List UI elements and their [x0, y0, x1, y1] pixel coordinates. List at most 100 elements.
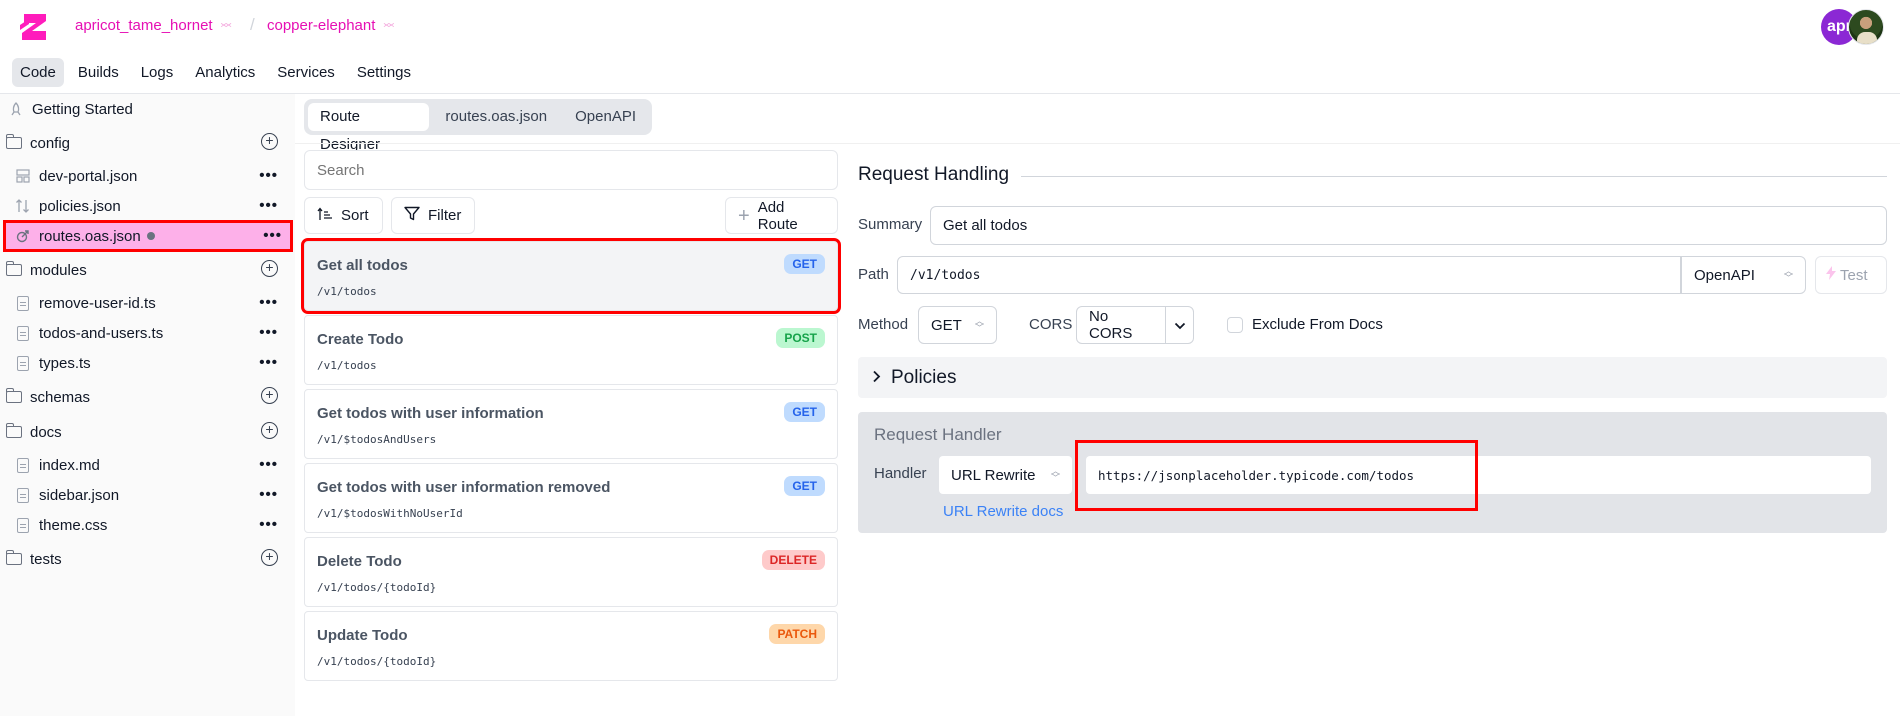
route-card[interactable]: Get todos with user information removed /…: [304, 463, 838, 533]
nav-tab-analytics[interactable]: Analytics: [187, 58, 263, 87]
sort-button[interactable]: Sort: [304, 197, 383, 234]
sidebar-item-modules[interactable]: modules +: [0, 255, 292, 285]
sidebar-item-theme-css[interactable]: theme.css •••: [0, 510, 292, 540]
chevron-up-down-icon: ︿ ﹀: [1783, 266, 1793, 283]
add-file-icon[interactable]: +: [261, 387, 278, 404]
sidebar-item-tests[interactable]: tests +: [0, 544, 292, 574]
add-file-icon[interactable]: +: [261, 549, 278, 566]
add-route-button[interactable]: + Add Route: [725, 197, 838, 234]
route-search-input[interactable]: [304, 150, 838, 190]
nav-tab-logs[interactable]: Logs: [133, 58, 182, 87]
avatar-photo[interactable]: [1848, 9, 1884, 45]
add-file-icon[interactable]: +: [261, 260, 278, 277]
add-file-icon[interactable]: +: [261, 422, 278, 439]
sidebar-item-config[interactable]: config +: [0, 128, 292, 158]
method-badge: GET: [784, 476, 825, 496]
zuplo-logo-icon[interactable]: [18, 12, 50, 42]
sort-label: Sort: [341, 207, 369, 224]
sidebar-item-types-ts[interactable]: types.ts •••: [0, 348, 292, 378]
file-icon: [15, 517, 31, 533]
sidebar-item-label: sidebar.json: [39, 486, 120, 504]
breadcrumb-separator: /: [250, 15, 255, 34]
path-input[interactable]: /v1/todos: [897, 256, 1681, 294]
tab-routes-oas-json[interactable]: routes.oas.json: [433, 103, 559, 131]
sidebar-item-label: routes.oas.json: [39, 227, 141, 245]
request-handling-title: Request Handling: [858, 164, 1010, 185]
route-path: /v1/todos/{todoId}: [317, 655, 437, 668]
more-options-icon[interactable]: •••: [259, 324, 278, 342]
file-icon: [15, 355, 31, 371]
sidebar-item-docs[interactable]: docs +: [0, 417, 292, 447]
project-switcher[interactable]: copper-elephant ︿ ﹀: [267, 17, 394, 34]
chevron-up-down-icon: ︿ ﹀: [220, 16, 232, 35]
filter-button[interactable]: Filter: [391, 197, 475, 234]
route-name: Delete Todo: [317, 553, 402, 570]
sidebar-item-todos-and-users-ts[interactable]: todos-and-users.ts •••: [0, 318, 292, 348]
cors-select[interactable]: No CORS: [1076, 306, 1166, 344]
unsaved-dot-icon: [146, 232, 155, 240]
exclude-from-docs-checkbox[interactable]: [1227, 317, 1243, 333]
cors-dropdown-button[interactable]: [1165, 306, 1194, 344]
sidebar-item-schemas[interactable]: schemas +: [0, 382, 292, 412]
nav-tab-services[interactable]: Services: [269, 58, 343, 87]
route-name: Get todos with user information removed: [317, 479, 611, 496]
tab-route-designer[interactable]: Route Designer: [308, 103, 430, 153]
summary-input[interactable]: Get all todos: [930, 206, 1887, 245]
sort-icon: [317, 206, 333, 225]
chevron-up-down-icon: ︿ ﹀: [1050, 466, 1060, 483]
nav-tab-builds[interactable]: Builds: [70, 58, 127, 87]
account-switcher[interactable]: apricot_tame_hornet ︿ ﹀: [75, 17, 232, 34]
more-options-icon[interactable]: •••: [259, 354, 278, 372]
route-name: Get all todos: [317, 257, 408, 274]
request-handler-title: Request Handler: [874, 425, 1002, 444]
route-card[interactable]: Delete Todo/v1/todos/{todoId} DELETE: [304, 537, 838, 607]
path-format-select[interactable]: OpenAPI ︿ ﹀: [1681, 256, 1806, 294]
sidebar-item-sidebar-json[interactable]: sidebar.json •••: [0, 480, 292, 510]
sidebar-item-label: types.ts: [39, 354, 91, 372]
url-rewrite-docs-link[interactable]: URL Rewrite docs: [943, 503, 1063, 520]
sidebar-item-label: todos-and-users.ts: [39, 324, 164, 342]
tab-openapi[interactable]: OpenAPI: [563, 103, 648, 131]
route-path: /v1/$todosWithNoUserId: [317, 507, 463, 520]
route-path: /v1/$todosAndUsers: [317, 433, 437, 446]
nav-tab-code[interactable]: Code: [12, 58, 64, 87]
main-nav: Code Builds Logs Analytics Services Sett…: [12, 58, 419, 87]
sidebar-item-dev-portal-json[interactable]: dev-portal.json •••: [0, 161, 292, 191]
annotation-highlight-box: [1075, 440, 1478, 511]
sidebar-item-index-md[interactable]: index.md •••: [0, 450, 292, 480]
file-icon: [15, 325, 31, 341]
test-button[interactable]: Test: [1815, 256, 1887, 294]
more-options-icon[interactable]: •••: [259, 167, 278, 185]
more-options-icon[interactable]: •••: [263, 227, 282, 245]
lightning-icon: [1826, 266, 1836, 284]
more-options-icon[interactable]: •••: [259, 516, 278, 534]
sidebar-item-remove-user-id-ts[interactable]: remove-user-id.ts •••: [0, 288, 292, 318]
more-options-icon[interactable]: •••: [259, 486, 278, 504]
sidebar-item-routes-oas-json[interactable]: routes.oas.json •••: [3, 220, 293, 252]
exclude-from-docs-label: Exclude From Docs: [1252, 316, 1383, 333]
layout-icon: [15, 168, 31, 184]
nav-tab-settings[interactable]: Settings: [349, 58, 419, 87]
policies-accordion[interactable]: Policies: [858, 357, 1887, 398]
route-name: Update Todo: [317, 627, 408, 644]
method-select[interactable]: GET ︿ ﹀: [918, 306, 997, 344]
method-badge: POST: [776, 328, 825, 348]
user-avatars[interactable]: apr: [1821, 9, 1884, 45]
more-options-icon[interactable]: •••: [259, 294, 278, 312]
more-options-icon[interactable]: •••: [259, 456, 278, 474]
sidebar-item-policies-json[interactable]: policies.json •••: [0, 191, 292, 221]
more-options-icon[interactable]: •••: [259, 197, 278, 215]
folder-icon: [5, 134, 22, 151]
route-card[interactable]: Create Todo/v1/todos POST: [304, 315, 838, 385]
sidebar-item-getting-started[interactable]: Getting Started: [0, 94, 292, 124]
cors-value: No CORS: [1089, 308, 1133, 342]
method-badge: GET: [784, 254, 825, 274]
file-icon: [15, 457, 31, 473]
sidebar-item-label: schemas: [30, 388, 91, 406]
sidebar-item-label: dev-portal.json: [39, 167, 138, 185]
handler-type-select[interactable]: URL Rewrite ︿ ﹀: [939, 456, 1072, 494]
add-file-icon[interactable]: +: [261, 133, 278, 150]
route-card[interactable]: Get all todos/v1/todos GET: [301, 238, 841, 314]
route-card[interactable]: Get todos with user information/v1/$todo…: [304, 389, 838, 459]
route-card[interactable]: Update Todo/v1/todos/{todoId} PATCH: [304, 611, 838, 681]
